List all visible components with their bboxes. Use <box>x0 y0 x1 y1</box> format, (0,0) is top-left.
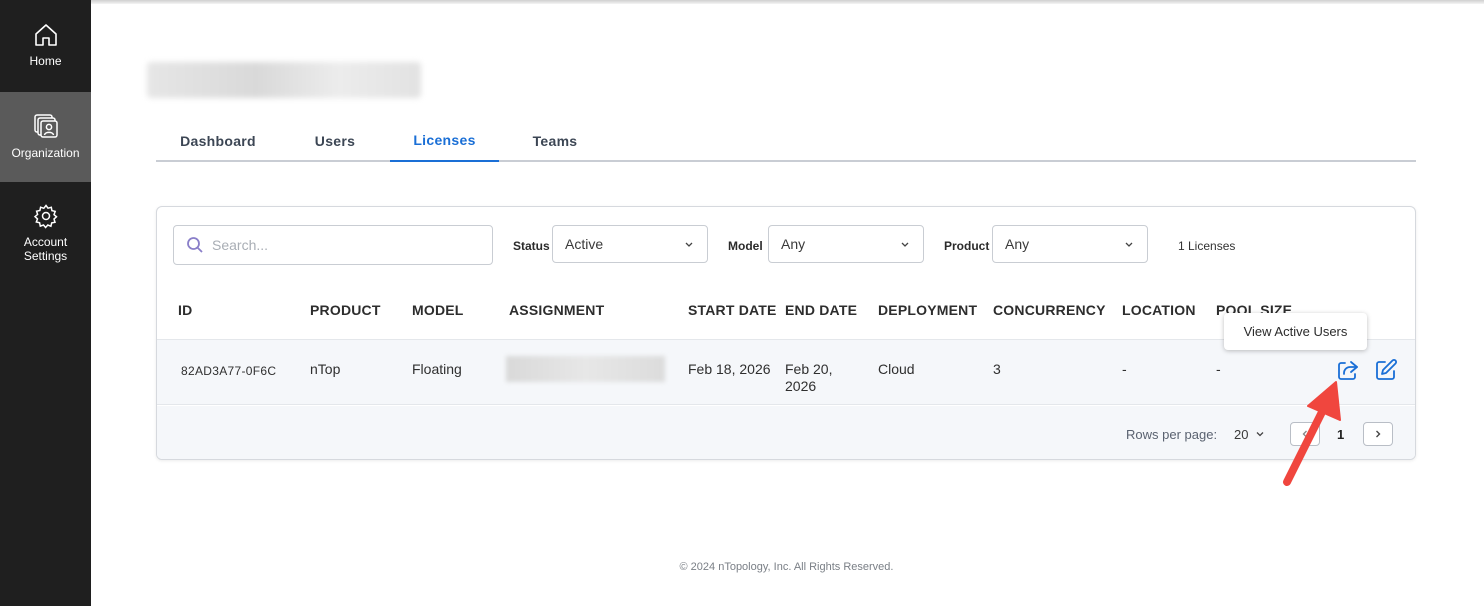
tab-bar: Dashboard Users Licenses Teams <box>156 120 1416 162</box>
license-deployment: Cloud <box>878 361 915 377</box>
product-filter-label: Product <box>944 239 990 253</box>
sidebar-item-label-line2: Settings <box>23 249 68 263</box>
license-end-date-line2: 2026 <box>785 378 817 394</box>
license-end-date-line1: Feb 20, <box>785 361 833 377</box>
pagination-bar: Rows per page: 20 1 <box>157 406 1415 459</box>
tab-teams[interactable]: Teams <box>499 120 611 162</box>
status-filter-label: Status <box>513 239 550 253</box>
column-header-model[interactable]: MODEL <box>412 302 464 318</box>
status-select-value: Active <box>565 236 604 252</box>
edit-icon[interactable] <box>1374 358 1398 382</box>
chevron-right-icon <box>1376 430 1381 438</box>
annotation-arrow-icon <box>1283 381 1341 486</box>
product-select[interactable]: Any <box>992 225 1148 263</box>
license-start-date: Feb 18, 2026 <box>688 361 771 377</box>
tab-licenses[interactable]: Licenses <box>390 120 499 162</box>
copyright-text: © 2024 nTopology, Inc. All Rights Reserv… <box>679 561 894 573</box>
tab-users[interactable]: Users <box>280 120 390 162</box>
license-assignment-redacted <box>506 356 665 382</box>
model-select[interactable]: Any <box>768 225 924 263</box>
sidebar-item-label: Home <box>29 54 62 68</box>
next-page-button[interactable] <box>1363 422 1393 446</box>
column-header-assignment[interactable]: ASSIGNMENT <box>509 302 604 318</box>
search-input[interactable] <box>212 237 472 253</box>
home-icon <box>34 24 57 46</box>
product-select-value: Any <box>1005 236 1030 252</box>
search-icon <box>187 237 203 253</box>
sidebar-item-home[interactable]: Home <box>0 22 91 82</box>
sidebar-item-organization[interactable]: Organization <box>0 92 91 182</box>
model-select-value: Any <box>781 236 806 252</box>
top-border <box>91 0 1484 4</box>
tab-dashboard[interactable]: Dashboard <box>156 120 280 162</box>
rows-per-page-select[interactable]: 20 <box>1234 427 1265 442</box>
status-select[interactable]: Active <box>552 225 708 263</box>
organization-icon <box>33 114 58 138</box>
chevron-down-icon <box>685 242 693 247</box>
model-filter-label: Model <box>728 239 763 253</box>
license-count: 1 Licenses <box>1178 239 1236 253</box>
license-product: nTop <box>310 361 341 377</box>
license-concurrency: 3 <box>993 361 1001 377</box>
license-pool-size: - <box>1216 361 1221 377</box>
sidebar: Home Organization Account Settings <box>0 0 91 606</box>
rows-per-page-value: 20 <box>1234 427 1249 442</box>
column-header-deployment[interactable]: DEPLOYMENT <box>878 302 977 318</box>
license-end-date: Feb 20, 2026 <box>785 361 832 395</box>
sidebar-item-label: Organization <box>11 146 80 160</box>
sidebar-item-label-line1: Account <box>23 235 68 249</box>
chevron-down-icon <box>1256 432 1264 437</box>
gear-icon <box>33 204 58 229</box>
column-header-product[interactable]: PRODUCT <box>310 302 381 318</box>
sidebar-item-account-settings[interactable]: Account Settings <box>0 203 91 273</box>
rows-per-page-label: Rows per page: <box>1126 427 1218 442</box>
column-header-concurrency[interactable]: CONCURRENCY <box>993 302 1106 318</box>
search-box[interactable] <box>173 225 493 265</box>
license-location: - <box>1122 361 1127 377</box>
chevron-down-icon <box>1125 242 1133 247</box>
column-header-id[interactable]: ID <box>178 302 192 318</box>
license-model: Floating <box>412 361 462 377</box>
license-id: 82AD3A77-0F6C <box>181 364 277 378</box>
column-header-end-date[interactable]: END DATE <box>785 302 857 318</box>
tooltip: View Active Users <box>1224 313 1367 350</box>
column-header-location[interactable]: LOCATION <box>1122 302 1196 318</box>
column-header-start-date[interactable]: START DATE <box>688 302 777 318</box>
organization-name-redacted <box>147 62 421 98</box>
chevron-down-icon <box>901 242 909 247</box>
